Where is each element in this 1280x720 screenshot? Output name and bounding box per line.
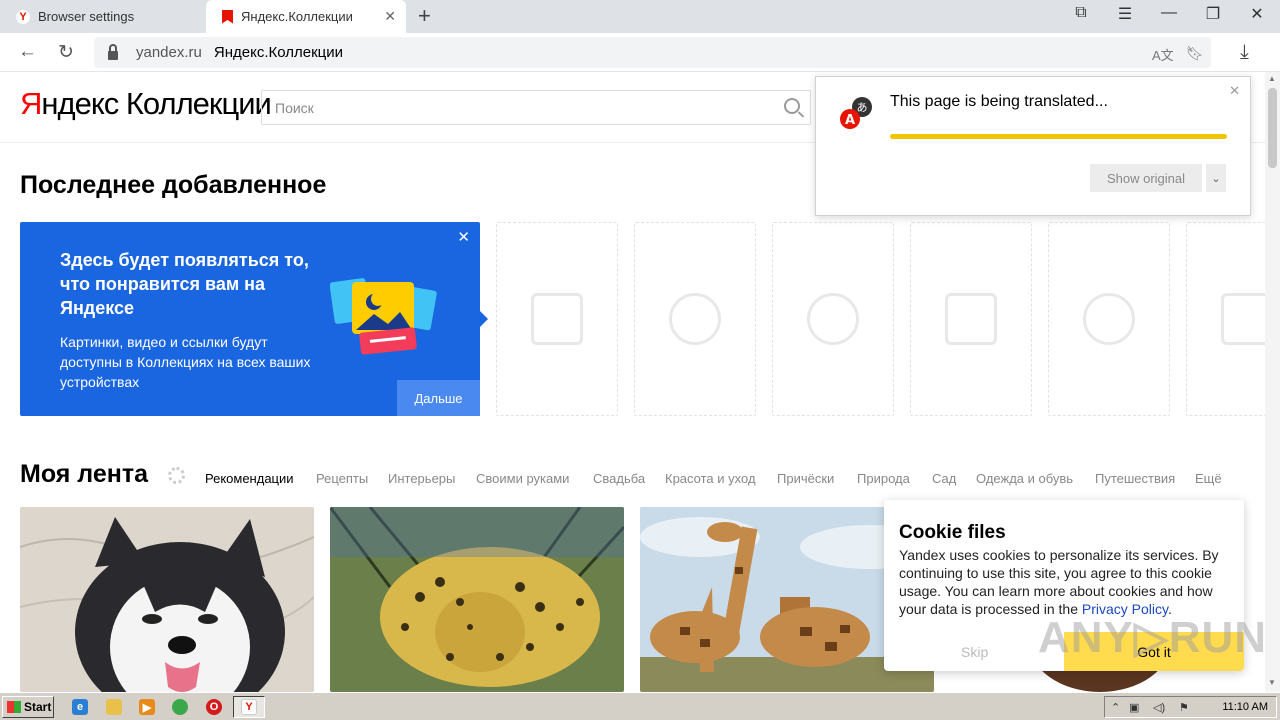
volume-icon[interactable]: ◁)	[1153, 701, 1165, 714]
clock: 11:10 AM	[1222, 701, 1268, 713]
opera-icon[interactable]: O	[206, 699, 222, 715]
promo-title: Здесь будет появляться то, что понравитс…	[60, 250, 309, 318]
address-bar: ← ↻ yandex.ru Яндекс.Коллекции A文 🔖︎ ⤓	[0, 33, 1280, 72]
category-more[interactable]: Ещё	[1195, 471, 1222, 486]
yandex-favicon-icon: Y	[16, 9, 30, 24]
recipe-icon	[669, 293, 721, 345]
minimize-icon[interactable]: —	[1156, 4, 1182, 22]
cookie-title: Cookie files	[899, 522, 1006, 543]
placeholder-card	[634, 222, 756, 416]
back-arrow-icon[interactable]: ←	[18, 41, 37, 63]
recent-section-title: Последнее добавленное	[20, 171, 327, 199]
translate-logo-icon: あ A	[840, 97, 872, 129]
network-icon[interactable]: ▣	[1129, 701, 1139, 714]
placeholder-card	[772, 222, 894, 416]
gear-icon[interactable]	[168, 467, 185, 484]
skip-button[interactable]: Skip	[961, 644, 988, 660]
placeholder-card	[1048, 222, 1170, 416]
bookmarks-panel-icon[interactable]: ⧉	[1068, 4, 1094, 22]
diy-icon	[945, 293, 997, 345]
cookie-text: Yandex uses cookies to personalize its s…	[899, 547, 1219, 617]
folder-icon[interactable]	[106, 699, 122, 715]
translate-icon[interactable]: A文	[1152, 45, 1174, 64]
yandex-browser-taskbar-button[interactable]: Y	[233, 696, 265, 718]
internet-explorer-icon[interactable]: e	[72, 699, 88, 715]
download-icon[interactable]: ⤓	[1240, 41, 1249, 64]
husky-image	[20, 507, 314, 692]
search-icon[interactable]	[784, 98, 800, 114]
chevron-down-icon[interactable]: ⌄	[1206, 164, 1226, 192]
next-button[interactable]: Дальше	[397, 380, 480, 416]
collections-illustration-icon	[330, 278, 437, 355]
chrome-icon[interactable]	[172, 699, 188, 715]
placeholder-card	[1186, 222, 1273, 416]
svg-text:あ: あ	[857, 101, 868, 114]
scroll-up-icon[interactable]: ▲	[1268, 74, 1276, 83]
url-field[interactable]: yandex.ru Яндекс.Коллекции A文 🔖︎	[94, 37, 1211, 68]
search-placeholder: Поиск	[275, 99, 314, 116]
promo-text: Картинки, видео и ссылки будут доступны …	[60, 334, 311, 390]
url-page-title: Яндекс.Коллекции	[213, 44, 343, 61]
close-icon[interactable]: ✕	[457, 228, 470, 246]
close-window-icon[interactable]: ✕	[1244, 4, 1270, 24]
feed-card-leopard[interactable]	[330, 507, 624, 692]
category-travel[interactable]: Путешествия	[1095, 471, 1175, 486]
scrollbar[interactable]: ▲ ▼	[1265, 72, 1280, 692]
yandex-collections-logo[interactable]: Яндекс Коллекции	[20, 86, 272, 122]
feed-title: Моя лента	[20, 460, 149, 488]
show-original-button[interactable]: Show original	[1090, 164, 1202, 192]
tab-yandex-collections[interactable]: Яндекс.Коллекции ✕	[206, 0, 406, 33]
tray-expand-icon[interactable]: ⌃	[1111, 701, 1120, 714]
category-hairstyles[interactable]: Причёски	[777, 471, 834, 486]
feed-card-husky[interactable]	[20, 507, 314, 692]
maximize-icon[interactable]: ❐	[1200, 4, 1226, 24]
collections-favicon-icon	[222, 9, 233, 24]
category-beauty[interactable]: Красота и уход	[665, 471, 756, 486]
yandex-browser-icon: Y	[241, 699, 257, 715]
bookmark-icon[interactable]: 🔖︎	[1186, 45, 1204, 62]
category-recipes[interactable]: Рецепты	[316, 471, 368, 486]
category-interiors[interactable]: Интерьеры	[388, 471, 455, 486]
category-nature[interactable]: Природа	[857, 471, 910, 486]
map-pin-icon	[807, 293, 859, 345]
translate-status: This page is being translated...	[890, 93, 1108, 110]
close-icon[interactable]: ✕	[1229, 83, 1240, 99]
category-clothing[interactable]: Одежда и обувь	[976, 471, 1073, 486]
tab-label: Яндекс.Коллекции	[241, 9, 353, 24]
close-tab-icon[interactable]: ✕	[384, 8, 396, 25]
leopard-image	[330, 507, 624, 692]
windows-logo-icon	[7, 701, 21, 713]
scroll-down-icon[interactable]: ▼	[1268, 678, 1276, 687]
category-garden[interactable]: Сад	[932, 471, 956, 486]
category-recommendations[interactable]: Рекомендации	[205, 471, 294, 486]
scroll-thumb[interactable]	[1268, 88, 1277, 168]
search-input[interactable]: Поиск	[261, 90, 811, 125]
reload-icon[interactable]: ↻	[58, 41, 74, 64]
category-diy[interactable]: Своими руками	[476, 471, 569, 486]
film-reel-icon	[1083, 293, 1135, 345]
tab-label: Browser settings	[38, 9, 135, 24]
anyrun-watermark: ANY▷RUN	[1038, 613, 1268, 662]
translate-popup: あ A This page is being translated... ✕ S…	[815, 76, 1251, 216]
taskbar: Start e ▶ O Y ⌃ ▣ ◁) ⚑ 11:10 AM	[0, 692, 1280, 720]
svg-text:A: A	[845, 113, 855, 128]
url-domain: yandex.ru	[136, 44, 202, 61]
lock-icon	[108, 43, 118, 60]
new-tab-button[interactable]: +	[418, 3, 431, 29]
flag-icon[interactable]: ⚑	[1179, 701, 1189, 714]
promo-card: Здесь будет появляться то, что понравитс…	[20, 222, 488, 416]
placeholder-card	[496, 222, 618, 416]
media-player-icon[interactable]: ▶	[139, 699, 155, 715]
placeholder-card	[910, 222, 1032, 416]
menu-icon[interactable]: ☰	[1112, 4, 1138, 24]
system-tray: ⌃ ▣ ◁) ⚑ 11:10 AM	[1104, 696, 1277, 718]
category-wedding[interactable]: Свадьба	[593, 471, 645, 486]
tab-browser-settings[interactable]: Y Browser settings	[0, 0, 205, 33]
translate-progress-bar	[890, 134, 1227, 139]
tab-bar: Y Browser settings Яндекс.Коллекции ✕ + …	[0, 0, 1280, 33]
photo-video-icon	[531, 293, 583, 345]
start-button[interactable]: Start	[2, 696, 54, 718]
